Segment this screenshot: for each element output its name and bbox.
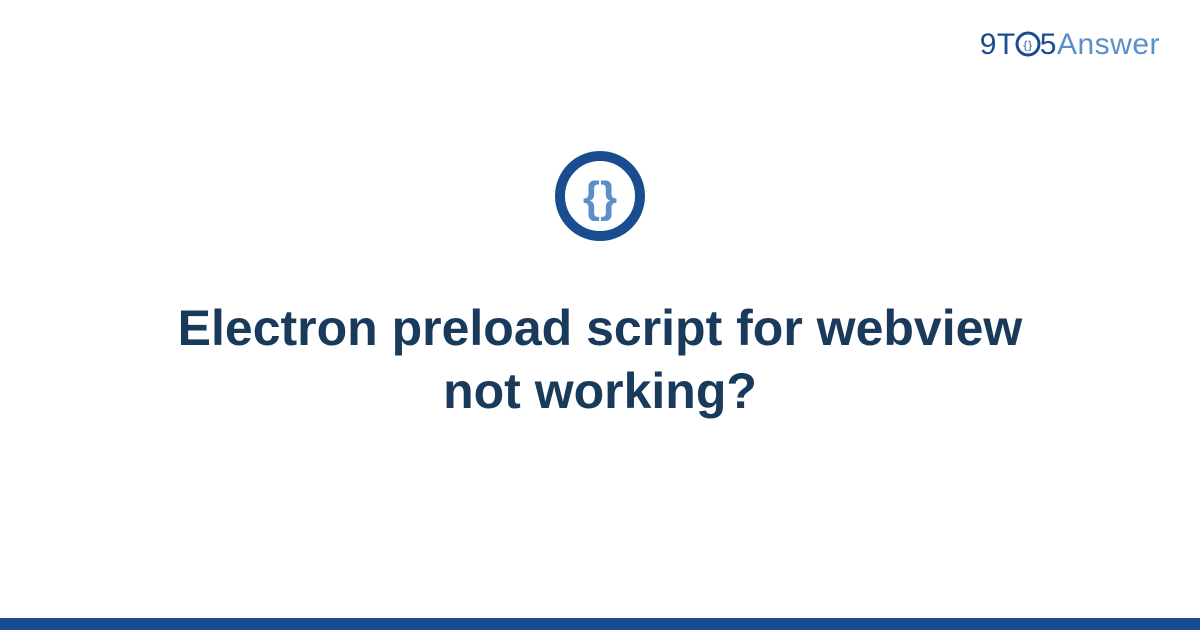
page-title: Electron preload script for webview not … (150, 297, 1050, 422)
svg-text:{}: {} (583, 173, 617, 222)
curly-braces-icon: {} (552, 148, 648, 249)
main-content: {} Electron preload script for webview n… (0, 0, 1200, 630)
bottom-accent-bar (0, 618, 1200, 630)
